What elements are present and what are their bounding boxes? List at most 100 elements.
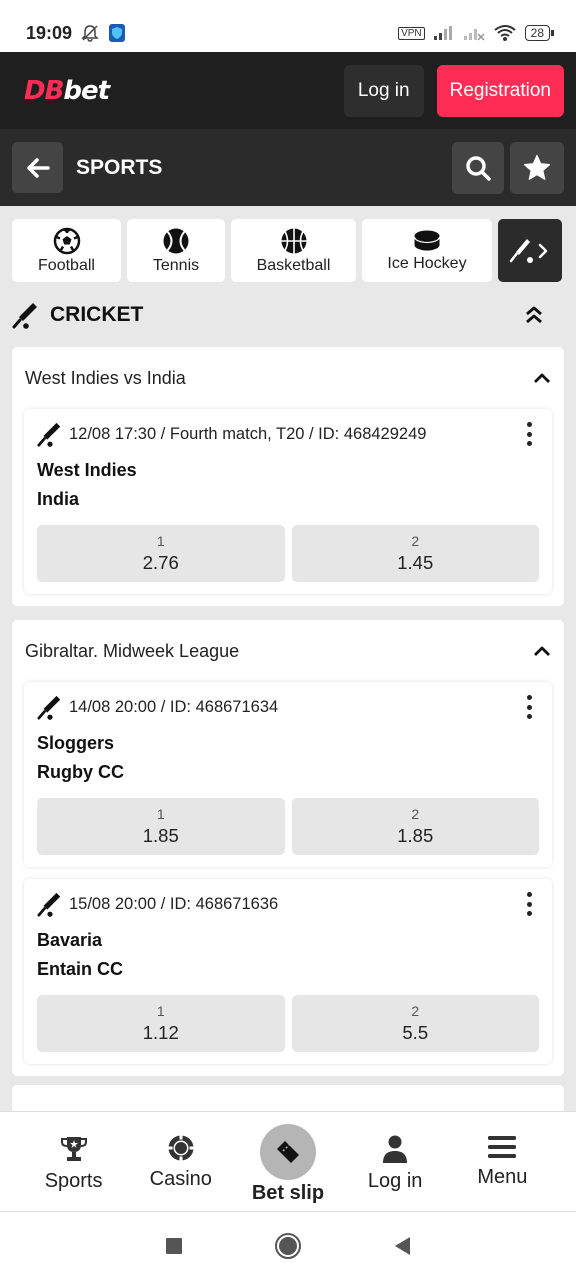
status-bar: 19:09 VPN 28 — [0, 0, 576, 52]
back-button[interactable] — [12, 142, 63, 193]
odd-value: 1.12 — [142, 1022, 179, 1043]
cricket-icon — [37, 695, 61, 720]
league-header[interactable]: Gibraltar. Midweek League — [12, 620, 564, 682]
odd-button-2[interactable]: 2 5.5 — [291, 995, 539, 1052]
event-card[interactable]: 15/08 20:00 / ID: 468671636 Bavaria Enta… — [24, 879, 552, 1064]
search-button[interactable] — [452, 141, 504, 194]
odd-label: 1 — [156, 533, 165, 549]
system-navigation-bar — [0, 1211, 576, 1280]
odd-label: 2 — [411, 1003, 420, 1019]
cricket-icon — [37, 422, 61, 447]
sport-tab-ice-hockey[interactable]: Ice Hockey — [362, 219, 492, 282]
casino-chip-icon — [168, 1135, 194, 1161]
nav-sports[interactable]: Sports — [29, 1112, 119, 1193]
odd-label: 2 — [411, 533, 420, 549]
sport-tab-label: Ice Hockey — [387, 254, 467, 272]
registration-button[interactable]: Registration — [436, 64, 564, 117]
cricket-icon — [12, 303, 37, 329]
team-away: India — [37, 489, 80, 509]
hockey-puck-icon — [413, 230, 441, 250]
odd-value: 2.76 — [142, 552, 179, 573]
odd-label: 1 — [156, 1003, 165, 1019]
tennis-ball-icon — [163, 228, 189, 253]
odd-button-2[interactable]: 2 1.85 — [291, 798, 539, 855]
event-meta: 14/08 20:00 / ID: 468671634 — [69, 697, 279, 716]
odd-button-1[interactable]: 1 1.85 — [37, 798, 285, 855]
sport-tab-football[interactable]: Football — [12, 219, 121, 282]
team-home: Bavaria — [37, 930, 103, 950]
odd-label: 1 — [156, 806, 165, 822]
user-icon — [383, 1135, 408, 1163]
security-shield-icon — [109, 24, 126, 42]
section-title: CRICKET — [50, 303, 144, 326]
team-home: West Indies — [37, 460, 137, 480]
odd-button-2[interactable]: 2 1.45 — [291, 525, 539, 582]
nav-login[interactable]: Log in — [350, 1112, 440, 1193]
trophy-icon — [60, 1137, 87, 1161]
recent-apps-icon[interactable] — [164, 1236, 184, 1256]
sports-subheader: SPORTS — [0, 129, 576, 206]
home-icon[interactable] — [274, 1232, 302, 1260]
cricket-next-icon — [509, 238, 548, 263]
nav-menu[interactable]: Menu — [457, 1112, 547, 1189]
nav-label: Casino — [149, 1168, 212, 1190]
sport-tab-basketball[interactable]: Basketball — [231, 219, 356, 282]
odd-button-1[interactable]: 1 2.76 — [37, 525, 285, 582]
chevron-up-icon[interactable] — [533, 372, 551, 384]
more-options-icon[interactable] — [519, 891, 539, 917]
soccer-ball-icon — [53, 227, 80, 254]
event-card[interactable]: 14/08 20:00 / ID: 468671634 Sloggers Rug… — [24, 682, 552, 867]
event-meta: 12/08 17:30 / Fourth match, T20 / ID: 46… — [69, 424, 427, 443]
page-title: SPORTS — [76, 155, 163, 179]
nav-bet-slip[interactable]: Bet slip — [243, 1112, 333, 1205]
cricket-section-header: CRICKET — [12, 297, 564, 333]
event-card[interactable]: 12/08 17:30 / Fourth match, T20 / ID: 46… — [24, 409, 552, 594]
team-home: Sloggers — [37, 733, 115, 753]
sport-tab-cricket-more[interactable] — [498, 219, 562, 282]
league-card: Gibraltar. Midweek League 14/08 20:00 / … — [12, 620, 564, 1076]
event-meta: 15/08 20:00 / ID: 468671636 — [69, 894, 279, 913]
cricket-icon — [37, 892, 61, 917]
league-name: Gibraltar. Midweek League — [25, 640, 240, 661]
header-login-button[interactable]: Log in — [343, 64, 424, 117]
chevron-up-icon[interactable] — [533, 645, 551, 657]
sport-tab-label: Tennis — [152, 256, 200, 274]
hamburger-menu-icon — [488, 1136, 517, 1158]
team-away: Rugby CC — [37, 762, 124, 782]
search-icon — [466, 155, 491, 181]
ticket-icon — [276, 1141, 299, 1163]
star-icon — [523, 154, 551, 180]
favorites-button[interactable] — [510, 141, 564, 194]
odd-button-1[interactable]: 1 1.12 — [37, 995, 285, 1052]
signal-icon — [433, 26, 452, 40]
odd-value: 5.5 — [402, 1022, 429, 1043]
dbbet-logo[interactable]: DBbet — [24, 76, 110, 106]
sports-tabs: Football Tennis Basketball Ice Hockey — [12, 219, 562, 282]
sport-tab-label: Football — [38, 256, 95, 274]
nav-label: Menu — [477, 1166, 528, 1188]
bottom-navigation: Sports Casino Bet slip Log in Menu — [0, 1111, 576, 1211]
app-header: DBbet Log in Registration — [0, 52, 576, 129]
sport-tab-tennis[interactable]: Tennis — [127, 219, 225, 282]
more-options-icon[interactable] — [519, 421, 539, 447]
nav-label: Bet slip — [251, 1182, 325, 1204]
signal-no-service-icon — [463, 29, 485, 41]
battery-indicator: 28 — [524, 25, 555, 41]
notifications-muted-icon — [81, 25, 99, 42]
basketball-icon — [281, 228, 306, 253]
league-card: West Indies vs India 12/08 17:30 / Fourt… — [12, 347, 564, 606]
league-header[interactable]: West Indies vs India — [12, 347, 564, 409]
nav-label: Sports — [44, 1170, 103, 1192]
collapse-all-icon[interactable] — [524, 305, 544, 325]
odd-value: 1.45 — [397, 552, 434, 573]
sport-tab-label: Basketball — [256, 256, 331, 274]
nav-casino[interactable]: Casino — [136, 1112, 226, 1191]
back-nav-icon[interactable] — [392, 1235, 412, 1257]
odd-value: 1.85 — [397, 825, 434, 846]
wifi-icon — [494, 25, 516, 41]
odd-value: 1.85 — [142, 825, 179, 846]
team-away: Entain CC — [37, 959, 124, 979]
vpn-indicator: VPN — [398, 26, 425, 40]
league-name: West Indies vs India — [25, 367, 186, 388]
more-options-icon[interactable] — [519, 694, 539, 720]
